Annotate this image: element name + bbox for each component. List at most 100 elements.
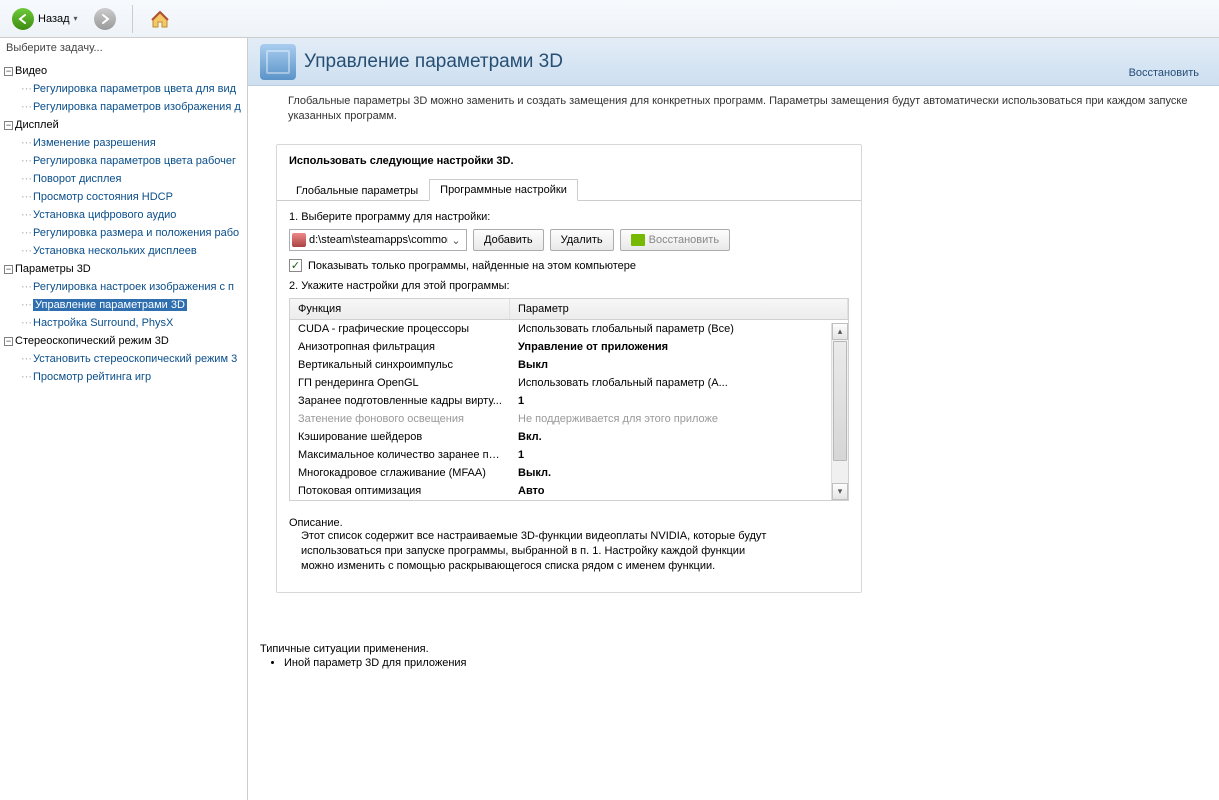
tabs: Глобальные параметры Программные настрой… [277, 177, 861, 201]
add-button[interactable]: Добавить [473, 229, 544, 251]
description-body: Этот список содержит все настраиваемые 3… [301, 529, 781, 574]
back-button[interactable]: Назад ▾ [6, 5, 84, 33]
cell-function: ГП рендеринга OpenGL [290, 374, 510, 392]
cell-function: Затенение фонового освещения [290, 410, 510, 428]
typical-title: Типичные ситуации применения. [260, 643, 1205, 655]
toolbar-separator [132, 5, 133, 33]
forward-button[interactable] [88, 5, 122, 33]
show-only-checkbox[interactable]: ✓ [289, 259, 302, 272]
tree-item[interactable]: Изменение разрешения [33, 137, 156, 149]
cell-function: Заранее подготовленные кадры вирту... [290, 392, 510, 410]
table-row[interactable]: ГП рендеринга OpenGLИспользовать глобаль… [290, 374, 848, 392]
tree-group-label: Параметры 3D [15, 260, 91, 278]
th-function[interactable]: Функция [290, 299, 510, 319]
table-row[interactable]: Заранее подготовленные кадры вирту...1 [290, 392, 848, 410]
table-row[interactable]: Затенение фонового освещенияНе поддержив… [290, 410, 848, 428]
panel-title: Использовать следующие настройки 3D. [289, 155, 849, 167]
page-header-icon [260, 44, 296, 80]
delete-button[interactable]: Удалить [550, 229, 614, 251]
cell-param: Управление от приложения [510, 338, 848, 356]
collapse-icon[interactable]: − [4, 337, 13, 346]
cell-function: CUDA - графические процессоры [290, 320, 510, 338]
scrollbar[interactable]: ▴ ▾ [831, 323, 848, 500]
table-row[interactable]: Анизотропная фильтрацияУправление от при… [290, 338, 848, 356]
collapse-icon[interactable]: − [4, 121, 13, 130]
cell-function: Потоковая оптимизация [290, 482, 510, 500]
collapse-icon[interactable]: − [4, 265, 13, 274]
table-row[interactable]: Кэширование шейдеровВкл. [290, 428, 848, 446]
program-select[interactable]: d:\steam\steamapps\common\r... ⌄ [289, 229, 467, 251]
tab-program[interactable]: Программные настройки [429, 179, 578, 201]
cell-function: Кэширование шейдеров [290, 428, 510, 446]
description-title: Описание. [289, 517, 849, 529]
restore-button-label: Восстановить [649, 234, 719, 246]
tree-group-label: Дисплей [15, 116, 59, 134]
tree-group-label: Видео [15, 62, 47, 80]
table-row[interactable]: Потоковая оптимизацияАвто [290, 482, 848, 500]
task-tree: − Видео⋯Регулировка параметров цвета для… [0, 58, 247, 390]
page-title: Управление параметрами 3D [304, 51, 563, 73]
table-row[interactable]: Максимальное количество заранее под...1 [290, 446, 848, 464]
settings-table: Функция Параметр CUDA - графические проц… [289, 298, 849, 501]
tree-item[interactable]: Настройка Surround, PhysX [33, 317, 173, 329]
cell-function: Максимальное количество заранее под... [290, 446, 510, 464]
sidebar-title: Выберите задачу... [0, 38, 247, 58]
step2-label: 2. Укажите настройки для этой программы: [289, 280, 849, 292]
back-dropdown-icon: ▾ [74, 14, 78, 23]
cell-param: Выкл. [510, 464, 848, 482]
tree-item[interactable]: Регулировка размера и положения рабо [33, 227, 239, 239]
table-row[interactable]: Вертикальный синхроимпульсВыкл [290, 356, 848, 374]
scroll-up-icon[interactable]: ▴ [832, 323, 848, 340]
restore-button[interactable]: Восстановить [620, 229, 730, 251]
tree-item[interactable]: Просмотр состояния HDCP [33, 191, 173, 203]
tree-group-label: Стереоскопический режим 3D [15, 332, 169, 350]
th-param[interactable]: Параметр [510, 299, 848, 319]
typical-item: Иной параметр 3D для приложения [284, 657, 1205, 669]
scroll-thumb[interactable] [833, 341, 847, 461]
tree-item[interactable]: Просмотр рейтинга игр [33, 371, 151, 383]
cell-function: Анизотропная фильтрация [290, 338, 510, 356]
program-path: d:\steam\steamapps\common\r... [309, 234, 448, 246]
scroll-down-icon[interactable]: ▾ [832, 483, 848, 500]
cell-function: Многокадровое сглаживание (MFAA) [290, 464, 510, 482]
tree-item[interactable]: Установить стереоскопический режим 3 [33, 353, 237, 365]
settings-panel: Использовать следующие настройки 3D. Гло… [276, 144, 862, 593]
program-icon [292, 233, 306, 247]
cell-param: 1 [510, 392, 848, 410]
intro-text: Глобальные параметры 3D можно заменить и… [288, 94, 1205, 124]
tree-group-head[interactable]: − Стереоскопический режим 3D [4, 332, 245, 350]
home-button[interactable] [143, 5, 177, 33]
tree-group-head[interactable]: − Дисплей [4, 116, 245, 134]
step1-label: 1. Выберите программу для настройки: [289, 211, 849, 223]
tree-item[interactable]: Установка цифрового аудио [33, 209, 176, 221]
page-header: Управление параметрами 3D Восстановить [248, 38, 1219, 86]
cell-param: Использовать глобальный параметр (A... [510, 374, 848, 392]
cell-function: Вертикальный синхроимпульс [290, 356, 510, 374]
chevron-down-icon: ⌄ [448, 234, 464, 247]
tree-item[interactable]: Управление параметрами 3D [33, 299, 187, 311]
cell-param: Выкл [510, 356, 848, 374]
back-label: Назад [38, 13, 70, 25]
home-icon [149, 8, 171, 30]
tree-item[interactable]: Регулировка параметров цвета для вид [33, 83, 236, 95]
tree-item[interactable]: Поворот дисплея [33, 173, 121, 185]
cell-param: Использовать глобальный параметр (Все) [510, 320, 848, 338]
cell-param: 1 [510, 446, 848, 464]
tree-item[interactable]: Регулировка настроек изображения с п [33, 281, 234, 293]
content-area: Управление параметрами 3D Восстановить Г… [248, 38, 1219, 800]
tree-group-head[interactable]: − Видео [4, 62, 245, 80]
table-row[interactable]: Многокадровое сглаживание (MFAA)Выкл. [290, 464, 848, 482]
restore-link[interactable]: Восстановить [1129, 67, 1199, 79]
cell-param: Не поддерживается для этого приложе [510, 410, 848, 428]
table-row[interactable]: CUDA - графические процессорыИспользоват… [290, 320, 848, 338]
tree-item[interactable]: Установка нескольких дисплеев [33, 245, 197, 257]
cell-param: Авто [510, 482, 848, 500]
tree-item[interactable]: Регулировка параметров изображения д [33, 101, 241, 113]
tree-item[interactable]: Регулировка параметров цвета рабочег [33, 155, 236, 167]
tree-group-head[interactable]: − Параметры 3D [4, 260, 245, 278]
forward-arrow-icon [94, 8, 116, 30]
back-arrow-icon [12, 8, 34, 30]
collapse-icon[interactable]: − [4, 67, 13, 76]
tab-global[interactable]: Глобальные параметры [285, 180, 429, 201]
nvidia-icon [631, 234, 645, 246]
